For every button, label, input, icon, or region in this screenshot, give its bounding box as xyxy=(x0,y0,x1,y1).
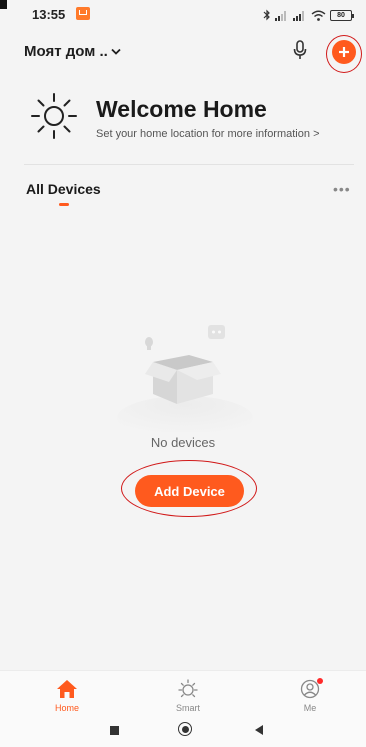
welcome-subtitle-text: Set your home location for more informat… xyxy=(96,128,310,140)
nav-home[interactable]: Home xyxy=(37,679,97,713)
home-selector[interactable]: Моят дом .. xyxy=(24,43,121,60)
signal-icon xyxy=(275,11,286,21)
bluetooth-icon xyxy=(263,9,270,21)
bottom-nav: Home Smart Me xyxy=(0,670,366,719)
notification-icon xyxy=(76,7,90,20)
tab-all-devices[interactable]: All Devices xyxy=(26,181,101,197)
welcome-title: Welcome Home xyxy=(96,96,267,122)
status-bar: 13:55 80 xyxy=(0,0,366,32)
sun-icon xyxy=(31,93,77,139)
nav-smart-label: Smart xyxy=(175,703,200,713)
home-name: Моят дом .. xyxy=(24,43,108,60)
divider xyxy=(24,164,354,165)
signal-icon xyxy=(293,11,304,21)
add-device-button[interactable]: Add Device xyxy=(135,475,244,507)
header: Моят дом .. xyxy=(0,32,366,73)
system-nav xyxy=(0,718,366,747)
wifi-icon xyxy=(311,10,326,21)
microphone-icon xyxy=(293,40,307,59)
nav-me[interactable]: Me xyxy=(280,678,340,713)
notification-dot xyxy=(317,678,323,684)
tab-indicator xyxy=(59,203,69,206)
nav-home-label: Home xyxy=(54,703,79,713)
empty-state-text: No devices xyxy=(150,435,216,450)
nav-smart[interactable]: Smart xyxy=(158,679,218,713)
microphone-button[interactable] xyxy=(289,38,311,62)
chevron-right-icon: > xyxy=(313,128,320,140)
nav-me-label: Me xyxy=(303,703,317,713)
sun-icon xyxy=(178,679,198,698)
battery-icon: 80 xyxy=(330,10,354,21)
status-icons: 80 xyxy=(263,8,354,21)
recent-apps-button[interactable] xyxy=(110,726,119,735)
welcome-card[interactable]: Welcome Home Set your home location for … xyxy=(24,90,354,150)
chevron-down-icon xyxy=(111,48,121,55)
home-icon xyxy=(57,680,77,698)
status-time: 13:55 xyxy=(32,7,66,22)
add-button[interactable] xyxy=(332,40,356,64)
welcome-subtitle: Set your home location for more informat… xyxy=(96,128,320,140)
empty-box-illustration xyxy=(117,325,253,432)
plus-icon xyxy=(339,47,349,57)
ellipsis-icon[interactable]: ••• xyxy=(333,182,351,196)
back-button[interactable] xyxy=(255,725,263,735)
home-system-button[interactable] xyxy=(178,722,192,736)
